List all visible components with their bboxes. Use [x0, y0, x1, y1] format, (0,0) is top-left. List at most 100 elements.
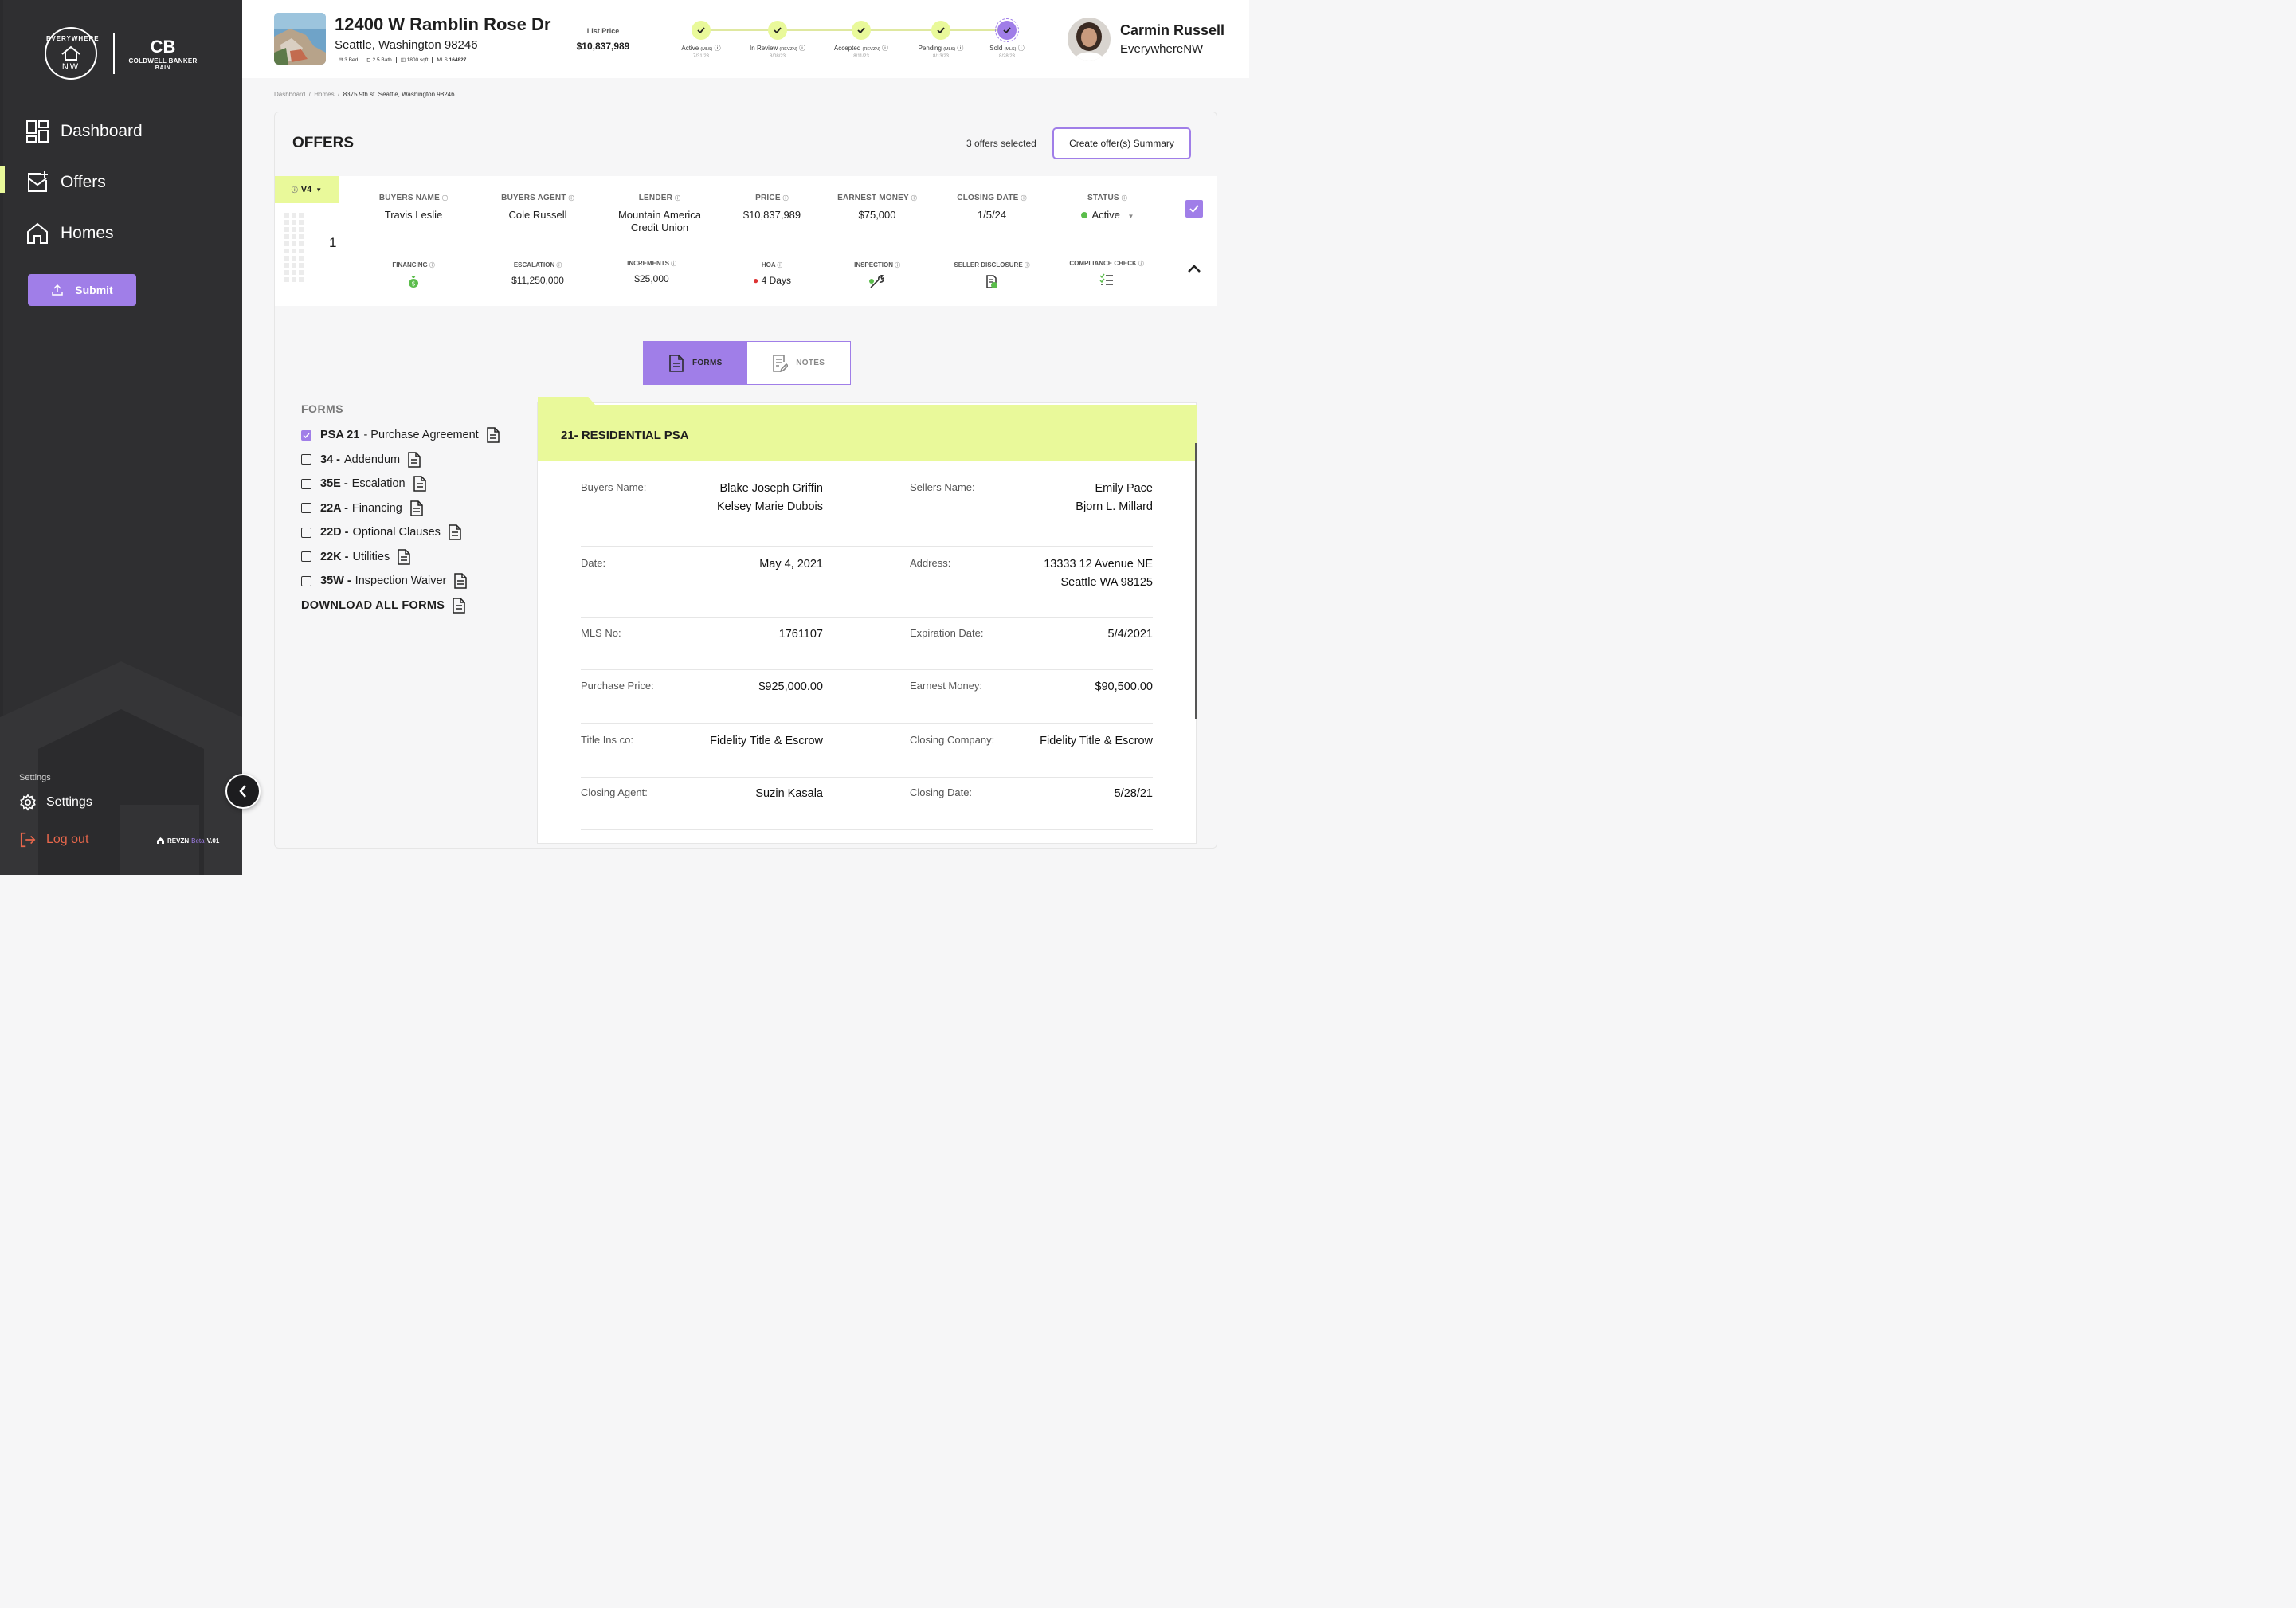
settings-label: Settings: [46, 795, 92, 809]
form-item-22d[interactable]: 22D - Optional Clauses: [301, 520, 500, 545]
cb-name: COLDWELL BANKER: [128, 57, 198, 65]
step-source: (REVZN): [862, 47, 880, 52]
check-icon: [692, 21, 711, 40]
document-icon[interactable]: [454, 573, 468, 589]
tab-notes[interactable]: NOTES: [747, 342, 851, 384]
document-icon[interactable]: [410, 500, 423, 516]
scrollbar[interactable]: [1195, 443, 1197, 719]
nav-item-offers[interactable]: Offers: [0, 163, 242, 202]
psa-label: Closing Agent:: [581, 786, 648, 798]
field-buyers-agent: BUYERS AGENT ⓘ Cole Russell: [490, 194, 586, 221]
form-item-34[interactable]: 34 - Addendum: [301, 448, 500, 473]
field-header: BUYERS NAME: [378, 194, 440, 202]
document-icon[interactable]: [398, 549, 410, 565]
gear-icon: [20, 794, 36, 811]
house-outline-icon: [61, 45, 80, 61]
form-item-35w[interactable]: 35W - Inspection Waiver: [301, 569, 500, 594]
form-name: Inspection Waiver: [355, 575, 447, 588]
offer-select-checkbox[interactable]: [1185, 200, 1203, 218]
psa-value: 1761107: [778, 628, 823, 641]
version-number: V.01: [206, 837, 220, 845]
collapse-sidebar-button[interactable]: [225, 774, 261, 809]
status-dot: [1080, 212, 1087, 218]
field-status[interactable]: STATUS ⓘ Active ▼: [1064, 194, 1151, 221]
avatar[interactable]: [1068, 18, 1111, 61]
document-icon[interactable]: [486, 427, 500, 443]
psa-panel: 21- RESIDENTIAL PSA Buyers Name: Blake J…: [537, 397, 1197, 844]
step-label: Pending: [918, 45, 942, 52]
form-checkbox[interactable]: [301, 551, 311, 563]
home-icon: [27, 222, 48, 244]
step-date: 8/13/23: [932, 54, 950, 59]
field-value: $11,250,000: [511, 275, 564, 286]
psa-label: Earnest Money:: [910, 680, 983, 692]
form-checkbox[interactable]: [301, 454, 311, 465]
tab-forms-label: FORMS: [692, 359, 723, 367]
forms-notes-tabs: FORMS NOTES: [643, 341, 851, 385]
logo-divider: [113, 33, 115, 74]
chevron-up-icon[interactable]: [1185, 262, 1203, 275]
nav-label-homes: Homes: [61, 224, 114, 242]
breadcrumb-homes[interactable]: Homes: [314, 91, 334, 98]
download-all-forms-link[interactable]: DOWNLOAD ALL FORMS: [301, 594, 500, 618]
nav-item-dashboard[interactable]: Dashboard: [0, 112, 242, 151]
form-checkbox[interactable]: [301, 478, 311, 489]
psa-value: 5/4/2021: [1107, 628, 1153, 641]
upload-icon: [52, 284, 64, 296]
form-code: 34 -: [320, 453, 340, 466]
logo-text-top: EVERYWHERE: [46, 35, 100, 42]
field-header: HOA: [761, 261, 776, 269]
cb-mark: CB: [150, 36, 176, 57]
step-accepted[interactable]: Accepted (REVZN) ⓘ 8/11/23: [829, 19, 893, 59]
form-item-22k[interactable]: 22K - Utilities: [301, 545, 500, 570]
property-city: Seattle, Washington 98246: [335, 38, 478, 52]
psa-value: Suzin Kasala: [755, 787, 823, 800]
nav-item-homes[interactable]: Homes: [0, 214, 242, 253]
logout-link[interactable]: Log out: [19, 831, 88, 849]
breadcrumb-dashboard[interactable]: Dashboard: [274, 91, 305, 98]
person-icon: ●: [753, 275, 759, 286]
step-sold[interactable]: Sold (MLS) ⓘ 8/28/23: [975, 18, 1039, 59]
settings-link[interactable]: Settings: [19, 794, 92, 811]
check-icon: [931, 21, 950, 40]
drag-handle[interactable]: [284, 213, 305, 299]
create-summary-button[interactable]: Create offer(s) Summary: [1052, 127, 1191, 159]
field-header: SELLER DISCLOSURE: [954, 261, 1023, 269]
property-thumbnail[interactable]: [274, 13, 326, 65]
document-icon[interactable]: [408, 452, 421, 468]
tab-forms[interactable]: FORMS: [644, 342, 747, 384]
psa-label: Title Ins co:: [581, 734, 633, 746]
user-org: EverywhereNW: [1120, 42, 1204, 56]
page-title: OFFERS: [292, 135, 355, 151]
field-earnest-money: EARNEST MONEY ⓘ $75,000: [829, 194, 925, 221]
form-item-22a[interactable]: 22A - Financing: [301, 496, 500, 521]
field-value: Mountain America Credit Union: [617, 209, 702, 233]
main-nav: Dashboard Offers Homes: [0, 112, 242, 265]
step-in-review[interactable]: In Review (REVZN) ⓘ 8/08/23: [746, 19, 809, 59]
nav-label-offers: Offers: [61, 173, 106, 191]
sqft-spec: ◫ 1800 sqft: [397, 57, 433, 63]
step-date: 7/31/23: [692, 54, 710, 59]
psa-row-price: Purchase Price: $925,000.00 Earnest Mone…: [581, 678, 1153, 724]
psa-value: $925,000.00: [758, 680, 823, 693]
field-header: CLOSING DATE: [957, 194, 1019, 202]
step-active[interactable]: Active (MLS) ⓘ 7/31/23: [669, 19, 733, 59]
form-item-psa21[interactable]: PSA 21 - Purchase Agreement: [301, 423, 500, 448]
submit-button[interactable]: Submit: [28, 274, 136, 306]
everywhere-nw-logo: EVERYWHERE NW: [45, 27, 100, 80]
psa-label: MLS No:: [581, 627, 621, 639]
document-icon[interactable]: [449, 524, 461, 540]
document-icon[interactable]: [413, 476, 426, 492]
form-checkbox[interactable]: [301, 429, 311, 441]
download-all-label: DOWNLOAD ALL FORMS: [301, 598, 445, 612]
form-item-35e[interactable]: 35E - Escalation: [301, 472, 500, 496]
form-checkbox[interactable]: [301, 575, 311, 586]
form-checkbox[interactable]: [301, 527, 311, 538]
form-checkbox[interactable]: [301, 503, 311, 514]
step-pending[interactable]: Pending (MLS) ⓘ 8/13/23: [909, 19, 973, 59]
version-dropdown[interactable]: ⓘ V4 ▼: [275, 176, 339, 203]
psa-row-title: Title Ins co: Fidelity Title & Escrow Cl…: [581, 732, 1153, 778]
field-header: EARNEST MONEY: [837, 194, 909, 202]
list-price-label: List Price: [586, 27, 620, 35]
psa-row-date: Date: May 4, 2021 Address: 13333 12 Aven…: [581, 555, 1153, 618]
